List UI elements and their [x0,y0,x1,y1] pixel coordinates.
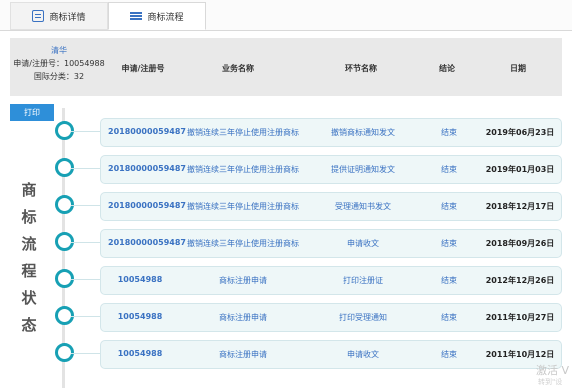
row-reg: 10054988 [117,312,163,321]
row-date: 2018年09月26日 [485,239,555,248]
row-result: 结束 [441,350,457,359]
list-icon [130,11,143,21]
international-class: 国际分类：32 [33,72,85,81]
side-title: 商 标 流 程 状 态 [16,177,42,339]
row-result: 结束 [441,165,457,174]
table-row[interactable]: 20180000059487 撤销连续三年停止使用注册商标 提供证明通知发文 结… [100,155,562,184]
row-result: 结束 [441,202,457,211]
table-row[interactable]: 10054988 商标注册申请 打印受理通知 结束 2011年10月27日 [100,303,562,332]
tab-label: 商标详情 [49,12,86,23]
timeline-connector [71,279,100,280]
table-row[interactable]: 20180000059487 撤销连续三年停止使用注册商标 受理通知书发文 结束… [100,192,562,221]
table-row[interactable]: 20180000059487 撤销连续三年停止使用注册商标 申请收文 结束 20… [100,229,562,258]
row-reg: 20180000059487 [108,164,186,173]
timeline-connector [71,353,100,354]
activation-watermark: 激活 V [536,364,570,377]
row-date: 2011年10月27日 [485,313,555,322]
row-date: 2019年01月03日 [485,165,555,174]
tab-trademark-details[interactable]: 商标详情 [10,2,108,30]
column-header-step: 环节名称 [345,64,377,73]
row-result: 结束 [441,276,457,285]
row-business: 撤销连续三年停止使用注册商标 [187,128,299,137]
column-header-result: 结论 [439,64,455,73]
row-result: 结束 [441,313,457,322]
timeline-connector [71,131,100,132]
row-reg: 10054988 [117,349,163,358]
row-step: 申请收文 [347,350,379,359]
timeline-connector [71,242,100,243]
row-business: 撤销连续三年停止使用注册商标 [187,165,299,174]
table-header: 申请/注册号 业务名称 环节名称 结论 日期 [108,38,562,96]
timeline-connector [71,205,100,206]
row-date: 2011年10月12日 [485,350,555,359]
row-result: 结束 [441,239,457,248]
row-reg: 20180000059487 [108,201,186,210]
row-result: 结束 [441,128,457,137]
activation-watermark-sub: 转到"设 [538,378,563,386]
tab-bar: 商标详情 商标流程 [0,0,572,31]
side-title-char: 态 [21,316,37,334]
row-step: 申请收文 [347,239,379,248]
tab-trademark-process[interactable]: 商标流程 [108,2,206,30]
column-header-business: 业务名称 [222,64,254,73]
table-row[interactable]: 20180000059487 撤销连续三年停止使用注册商标 撤销商标通知发文 结… [100,118,562,147]
table-row[interactable]: 10054988 商标注册申请 申请收文 结束 2011年10月12日 [100,340,562,369]
timeline-connector [71,168,100,169]
row-date: 2018年12月17日 [485,202,555,211]
print-button[interactable]: 打印 [10,104,54,121]
column-header-date: 日期 [510,64,526,73]
table-row[interactable]: 10054988 商标注册申请 打印注册证 结束 2012年12月26日 [100,266,562,295]
side-title-char: 商 [21,181,37,199]
trademark-summary: 清华 申请/注册号：10054988 国际分类：32 [10,38,108,96]
row-business: 商标注册申请 [219,350,267,359]
row-step: 撤销商标通知发文 [331,128,395,137]
side-title-char: 程 [21,262,37,280]
tab-label: 商标流程 [147,12,184,23]
row-reg: 20180000059487 [108,238,186,247]
row-step: 打印受理通知 [339,313,387,322]
row-business: 商标注册申请 [219,276,267,285]
row-date: 2019年06月23日 [485,128,555,137]
trademark-name: 清华 [51,46,67,55]
document-icon [32,10,45,22]
row-business: 撤销连续三年停止使用注册商标 [187,202,299,211]
column-header-reg: 申请/注册号 [121,64,165,73]
row-step: 打印注册证 [343,276,383,285]
side-title-char: 标 [21,208,37,226]
registration-number: 申请/注册号：10054988 [13,59,105,68]
row-step: 提供证明通知发文 [331,165,395,174]
row-business: 商标注册申请 [219,313,267,322]
row-date: 2012年12月26日 [485,276,555,285]
side-title-char: 流 [21,235,37,253]
timeline-connector [71,316,100,317]
row-reg: 10054988 [117,275,163,284]
side-title-char: 状 [21,289,37,307]
row-business: 撤销连续三年停止使用注册商标 [187,239,299,248]
row-reg: 20180000059487 [108,127,186,136]
row-step: 受理通知书发文 [335,202,391,211]
